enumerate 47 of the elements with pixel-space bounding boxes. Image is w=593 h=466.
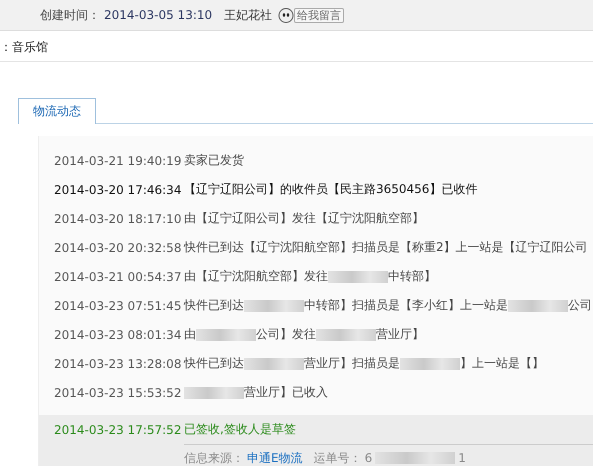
event-text: 由【辽宁辽阳公司】发往【辽宁沈阳航空部】 (184, 210, 424, 227)
blurred-text (184, 386, 244, 398)
event-text: 已签收,签收人是草签 (184, 421, 296, 438)
blurred-text (328, 270, 388, 282)
smiley-icon (278, 7, 294, 23)
event-text: 营业厅】 (376, 326, 424, 343)
event-time: 2014-03-20 17:46:34 (54, 182, 182, 196)
blurred-text (316, 328, 376, 340)
event-time: 2014-03-23 08:01:34 (54, 328, 182, 342)
event-time: 2014-03-20 18:17:10 (54, 212, 182, 226)
blurred-text (508, 300, 568, 312)
event-time: 2014-03-23 15:53:52 (54, 386, 182, 400)
category-text: ：音乐馆 (0, 31, 593, 62)
event-time: 2014-03-21 00:54:37 (54, 270, 182, 284)
event-text: 由 (184, 326, 196, 343)
event-text: 快件已到达 (184, 355, 244, 372)
waybill-label: 运单号： (314, 450, 362, 466)
created-time: 2014-03-05 13:10 (104, 8, 212, 22)
event-time: 2014-03-23 17:57:52 (54, 422, 182, 436)
blurred-text (196, 328, 256, 340)
event-time: 2014-03-20 20:32:58 (54, 240, 182, 254)
created-label: 创建时间： (40, 6, 100, 24)
event-text: 快件已到达【辽宁沈阳航空部】扫描员是【称重2】上一站是【辽宁辽阳公司 (184, 239, 588, 256)
blurred-text (244, 300, 304, 312)
event-time: 2014-03-23 07:51:45 (54, 298, 182, 312)
event-text: 中转部】 (388, 268, 436, 285)
event-text: 快件已到达 (184, 297, 244, 314)
event-text: 营业厅】扫描员是 (304, 355, 400, 372)
waybill-end: 1 (458, 451, 466, 465)
blurred-text (400, 358, 460, 370)
tab[interactable]: 物流动态 (18, 98, 96, 124)
event-text: 】上一站是【】 (460, 355, 544, 372)
event-text: 公司】发往 (256, 326, 316, 343)
event-text: 中转部】扫描员是【李小红】上一站是 (304, 297, 508, 314)
event-text: 公司 (568, 297, 592, 314)
waybill-start: 6 (364, 451, 372, 465)
blurred-text (244, 358, 304, 370)
event-text: 营业厅】已收入 (244, 384, 328, 401)
event-time: 2014-03-21 19:40:19 (54, 154, 182, 168)
source-label: 信息来源： (184, 450, 244, 466)
source-link[interactable]: 申通E物流 (247, 450, 303, 466)
event-text: 卖家已发货 (184, 152, 244, 169)
event-text: 由【辽宁沈阳航空部】发往 (184, 268, 328, 285)
event-text: 【辽宁辽阳公司】的收件员【民主路3650456】已收件 (184, 181, 478, 198)
event-time: 2014-03-23 13:28:08 (54, 356, 182, 370)
shop-name: 王妃花社 (224, 6, 272, 24)
message-button[interactable]: 给我留言 (294, 8, 344, 22)
